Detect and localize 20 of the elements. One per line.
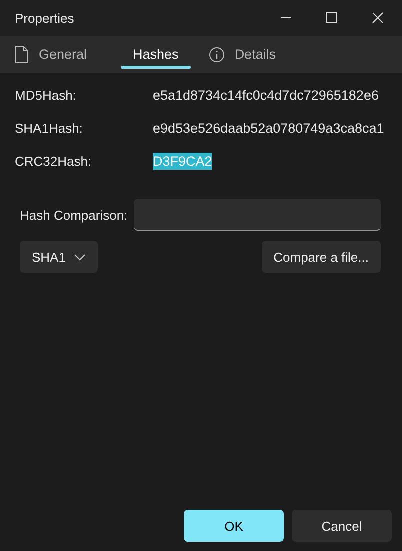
maximize-icon[interactable] — [326, 12, 338, 24]
hash-label: MD5Hash: — [15, 88, 78, 102]
close-icon[interactable] — [372, 12, 384, 24]
algorithm-dropdown[interactable]: SHA1 — [20, 241, 98, 273]
hash-value: e5a1d8734c14fc0c4d7dc72965182e6 — [153, 88, 379, 102]
compare-file-button[interactable]: Compare a file... — [262, 241, 381, 273]
document-icon — [15, 46, 29, 64]
hash-value: D3F9CA2 — [153, 152, 212, 170]
hash-label: SHA1Hash: — [15, 120, 84, 136]
hash-label: CRC32Hash: — [15, 154, 93, 168]
dialog-button[interactable]: OK — [184, 510, 284, 542]
tab[interactable]: General — [15, 36, 104, 73]
comparison-label: Hash Comparison: — [20, 208, 128, 222]
info-icon — [208, 46, 225, 62]
tab[interactable]: Details — [208, 36, 292, 73]
window-title: Properties — [15, 10, 74, 26]
dialog-button[interactable]: Cancel — [292, 510, 392, 542]
tab[interactable]: Hashes — [121, 36, 191, 73]
chevron-down-icon — [74, 254, 86, 260]
hash-value: e9d53e526daab52a0780749a3ca8ca1 — [153, 120, 384, 136]
